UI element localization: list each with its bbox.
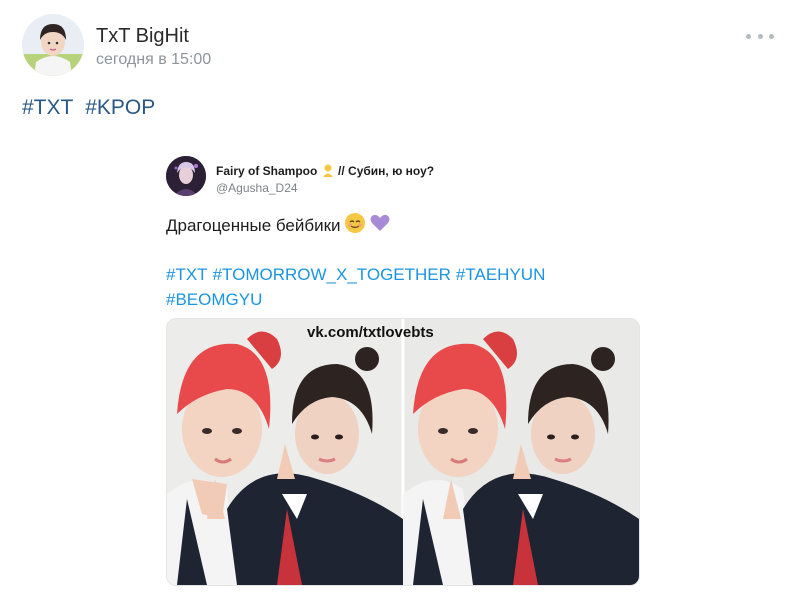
tweet-author-avatar[interactable] [166,156,206,196]
tweet-name-suffix: // Субин, ю ноу? [338,164,435,178]
tweet-photo[interactable]: vk.com/txtlovebts [166,318,640,586]
author-name[interactable]: TxT BigHit [96,25,189,48]
tweet-avatar-image [166,156,206,196]
tweet-text: Драгоценные бейбики [166,212,391,239]
more-options-button[interactable] [746,28,774,44]
more-dots-icon [769,33,774,39]
person-emoji-icon [322,164,333,177]
post-header: TxT BigHit сегодня в 15:00 [22,14,782,82]
author-avatar[interactable] [22,14,84,76]
tweet-hashtags: #TXT #TOMORROW_X_TOGETHER #TAEHYUN #BEOMGY… [166,262,636,312]
more-dots-icon [757,33,763,39]
more-dots-icon [746,33,751,39]
tweet-author-name[interactable]: Fairy of Shampoo // Субин, ю ноу? [216,163,434,178]
post-hashtags: #TXT #KPOP [22,96,161,120]
embedded-tweet: Fairy of Shampoo // Субин, ю ноу? @Agush… [164,150,640,594]
photo-watermark: vk.com/txtlovebts [307,324,434,341]
purple-heart-icon [369,212,391,239]
photo-image [167,319,639,585]
tweet-hashtag-link[interactable]: #TXT [166,265,208,284]
post-timestamp[interactable]: сегодня в 15:00 [96,51,211,69]
tweet-hashtag-link[interactable]: #BEOMGYU [166,290,262,309]
tweet-display-name: Fairy of Shampoo [216,164,318,178]
hashtag-link[interactable]: #TXT [22,96,73,119]
tweet-text-content: Драгоценные бейбики [166,215,341,235]
hashtag-link[interactable]: #KPOP [85,96,155,119]
tweet-hashtag-link[interactable]: #TAEHYUN [456,265,545,284]
smiling-face-emoji-icon [344,212,366,239]
tweet-author-handle[interactable]: @Agusha_D24 [216,181,298,195]
avatar-image [22,14,84,76]
tweet-hashtag-link[interactable]: #TOMORROW_X_TOGETHER [213,265,451,284]
